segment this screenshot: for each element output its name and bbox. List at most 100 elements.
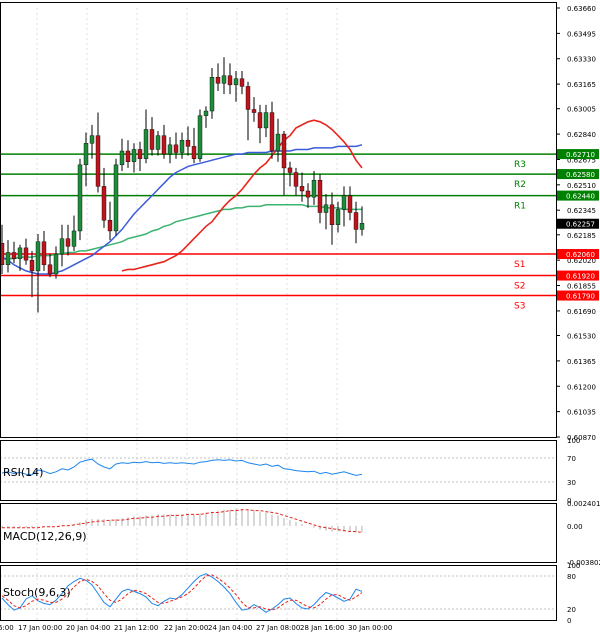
candle-body xyxy=(107,219,113,232)
candle-body xyxy=(329,204,335,226)
candle-body xyxy=(29,259,35,272)
candle-body xyxy=(59,238,65,255)
candle xyxy=(77,158,83,241)
candle-body xyxy=(305,190,311,198)
price-tick-label: 0.62510 xyxy=(567,182,596,190)
time-tick-label: 28 Jan 16:00 xyxy=(300,624,344,632)
candle-body xyxy=(275,133,281,152)
rsi-tick-label: 30 xyxy=(567,479,576,487)
candle-body xyxy=(95,135,101,187)
price-tick-label: 0.63660 xyxy=(567,5,596,13)
chart-background xyxy=(0,0,600,635)
stoch-tick-label: 100 xyxy=(567,562,580,570)
candle-body xyxy=(233,78,239,86)
pivot-price-label-r1: 0.62440 xyxy=(566,193,595,201)
rsi-label: RSI(14) xyxy=(3,466,43,479)
stoch-label: Stoch(9,6,3) xyxy=(3,586,71,599)
pivot-price-label-s1: 0.62060 xyxy=(566,251,595,259)
pivot-label-r1: R1 xyxy=(514,202,526,212)
candle-body xyxy=(89,135,95,144)
candle-body xyxy=(287,167,293,173)
time-tick-label: 20 Jan 04:00 xyxy=(66,624,110,632)
time-tick-label: 22 Jan 20:00 xyxy=(164,624,208,632)
price-tick-label: 0.63165 xyxy=(567,81,596,89)
time-tick-label: 30 Jan 00:00 xyxy=(348,624,392,632)
price-tick-label: 0.61200 xyxy=(567,383,596,391)
candle-body xyxy=(269,112,275,152)
price-tick-label: 0.61690 xyxy=(567,308,596,316)
candle-body xyxy=(185,140,191,147)
candle-body xyxy=(161,135,167,155)
candle-body xyxy=(101,186,107,221)
candle-body xyxy=(353,212,359,230)
candle-body xyxy=(143,129,149,159)
candle-body xyxy=(221,75,227,84)
time-tick-label: 24 Jan 04:00 xyxy=(208,624,252,632)
candle-body xyxy=(173,144,179,153)
pivot-price-label-r2: 0.62580 xyxy=(566,171,595,179)
price-tick-label: 0.62185 xyxy=(567,232,596,240)
current-price-label: 0.62257 xyxy=(566,221,595,229)
candle-body xyxy=(245,86,251,110)
candle-body xyxy=(335,209,341,226)
candle-body xyxy=(131,149,137,162)
candle-body xyxy=(167,144,173,155)
rsi-tick-label: 100 xyxy=(567,437,580,445)
price-tick-label: 0.61855 xyxy=(567,283,596,291)
pivot-price-label-s2: 0.61920 xyxy=(566,273,595,281)
stoch-tick-label: 0 xyxy=(567,617,571,625)
candle xyxy=(197,109,203,162)
pivot-label-s2: S2 xyxy=(514,282,525,292)
candle-body xyxy=(203,110,209,116)
pivot-label-s1: S1 xyxy=(514,260,525,270)
candle-body xyxy=(191,146,197,159)
forex-chart: R3 R2 R1 S1 S2 S3 RSI(14) MACD(12,26,9) Stoch… xyxy=(0,0,600,635)
pivot-price-label-s3: 0.61790 xyxy=(566,293,595,301)
pivot-label-r3: R3 xyxy=(514,160,526,170)
candle-body xyxy=(359,223,365,230)
macd-tick-label: 0.00 xyxy=(567,523,583,531)
candle-body xyxy=(47,264,53,275)
candle-body xyxy=(5,252,11,265)
price-tick-label: 0.63495 xyxy=(567,30,596,38)
macd-label: MACD(12,26,9) xyxy=(3,530,87,543)
time-tick-label: 17 Jan 00:00 xyxy=(18,624,62,632)
macd-tick-label: 0.002401 xyxy=(567,500,600,508)
stoch-tick-label: 20 xyxy=(567,606,576,614)
candle-body xyxy=(263,112,269,129)
price-tick-label: 0.62345 xyxy=(567,207,596,215)
candle-body xyxy=(215,76,221,84)
candle-body xyxy=(137,149,143,159)
candle-body xyxy=(257,112,263,129)
candle-body xyxy=(155,135,161,150)
candle-body xyxy=(149,129,155,150)
candle-body xyxy=(317,180,323,213)
candle-body xyxy=(197,115,203,159)
candle-body xyxy=(53,253,59,275)
candle-body xyxy=(179,140,185,153)
rsi-tick-label: 70 xyxy=(567,455,576,463)
candle-body xyxy=(293,172,299,187)
time-tick-label: 21 Jan 12:00 xyxy=(114,624,158,632)
candle-body xyxy=(83,143,89,166)
price-tick-label: 0.61530 xyxy=(567,333,596,341)
candle-body xyxy=(77,164,83,232)
candle-body xyxy=(41,241,47,265)
price-tick-label: 0.62840 xyxy=(567,131,596,139)
candle-body xyxy=(281,133,287,169)
time-tick-label: 6:00 xyxy=(0,624,14,632)
candle-body xyxy=(299,186,305,192)
candle-body xyxy=(251,109,257,113)
candle-body xyxy=(71,230,77,247)
candle-body xyxy=(323,204,329,213)
candle-body xyxy=(311,180,317,198)
time-tick-label: 27 Jan 08:00 xyxy=(256,624,300,632)
price-tick-label: 0.61035 xyxy=(567,409,596,417)
price-tick-label: 0.61365 xyxy=(567,358,596,366)
stoch-tick-label: 80 xyxy=(567,573,576,581)
candle-body xyxy=(209,76,215,112)
pivot-price-label-r3: 0.62710 xyxy=(566,151,595,159)
price-tick-label: 0.63330 xyxy=(567,56,596,64)
candle-body xyxy=(119,150,125,166)
candle-body xyxy=(347,195,353,213)
